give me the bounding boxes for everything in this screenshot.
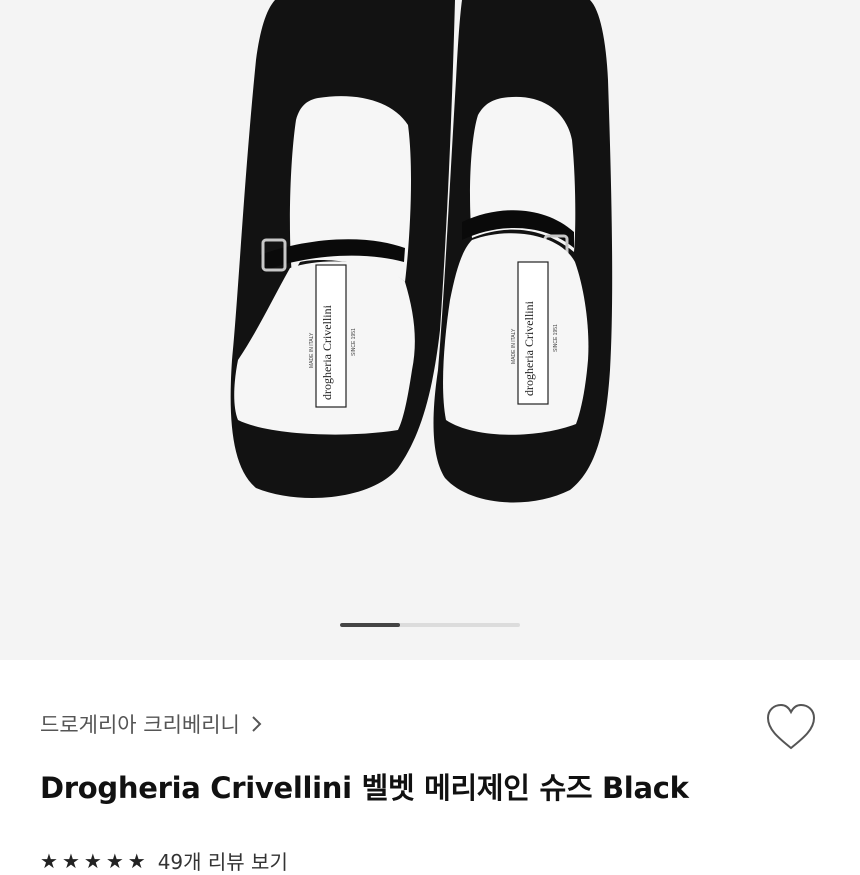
product-info: 드로게리아 크리베리니 Drogheria Crivellini 벨벳 메리제인… <box>0 660 860 874</box>
wishlist-button[interactable] <box>762 700 820 754</box>
review-link[interactable]: 49개 리뷰 보기 <box>158 846 288 875</box>
brand-name: 드로게리아 크리베리니 <box>40 713 240 737</box>
label-brand-text: drogheria Crivellini <box>320 304 334 400</box>
product-image-carousel[interactable]: drogheria Crivellini MADE IN ITALY SINCE… <box>0 0 860 660</box>
carousel-pager-indicator <box>340 623 400 627</box>
star-icon: ★ <box>61 848 80 873</box>
label-made-in-text: MADE IN ITALY <box>309 332 315 368</box>
rating-stars: ★ ★ ★ ★ ★ <box>40 851 146 871</box>
star-icon: ★ <box>105 848 124 873</box>
rating-row: ★ ★ ★ ★ ★ 49개 리뷰 보기 <box>40 846 288 875</box>
label-made-in-text: MADE IN ITALY <box>511 328 517 364</box>
carousel-pager <box>340 623 520 627</box>
star-icon: ★ <box>83 848 102 873</box>
left-shoe: drogheria Crivellini MADE IN ITALY SINCE… <box>230 0 455 499</box>
star-icon: ★ <box>40 848 58 873</box>
brand-link[interactable]: 드로게리아 크리베리니 <box>40 709 264 739</box>
label-since-text: SINCE 1951 <box>553 324 559 352</box>
label-since-text: SINCE 1951 <box>351 328 357 356</box>
heart-outline-icon <box>766 703 816 750</box>
product-title: Drogheria Crivellini 벨벳 메리제인 슈즈 Black <box>40 771 689 805</box>
label-brand-text: drogheria Crivellini <box>522 300 536 396</box>
right-shoe: drogheria Crivellini MADE IN ITALY SINCE… <box>433 0 613 503</box>
star-icon: ★ <box>127 848 146 873</box>
chevron-right-icon <box>250 714 264 734</box>
product-image: drogheria Crivellini MADE IN ITALY SINCE… <box>230 0 613 503</box>
